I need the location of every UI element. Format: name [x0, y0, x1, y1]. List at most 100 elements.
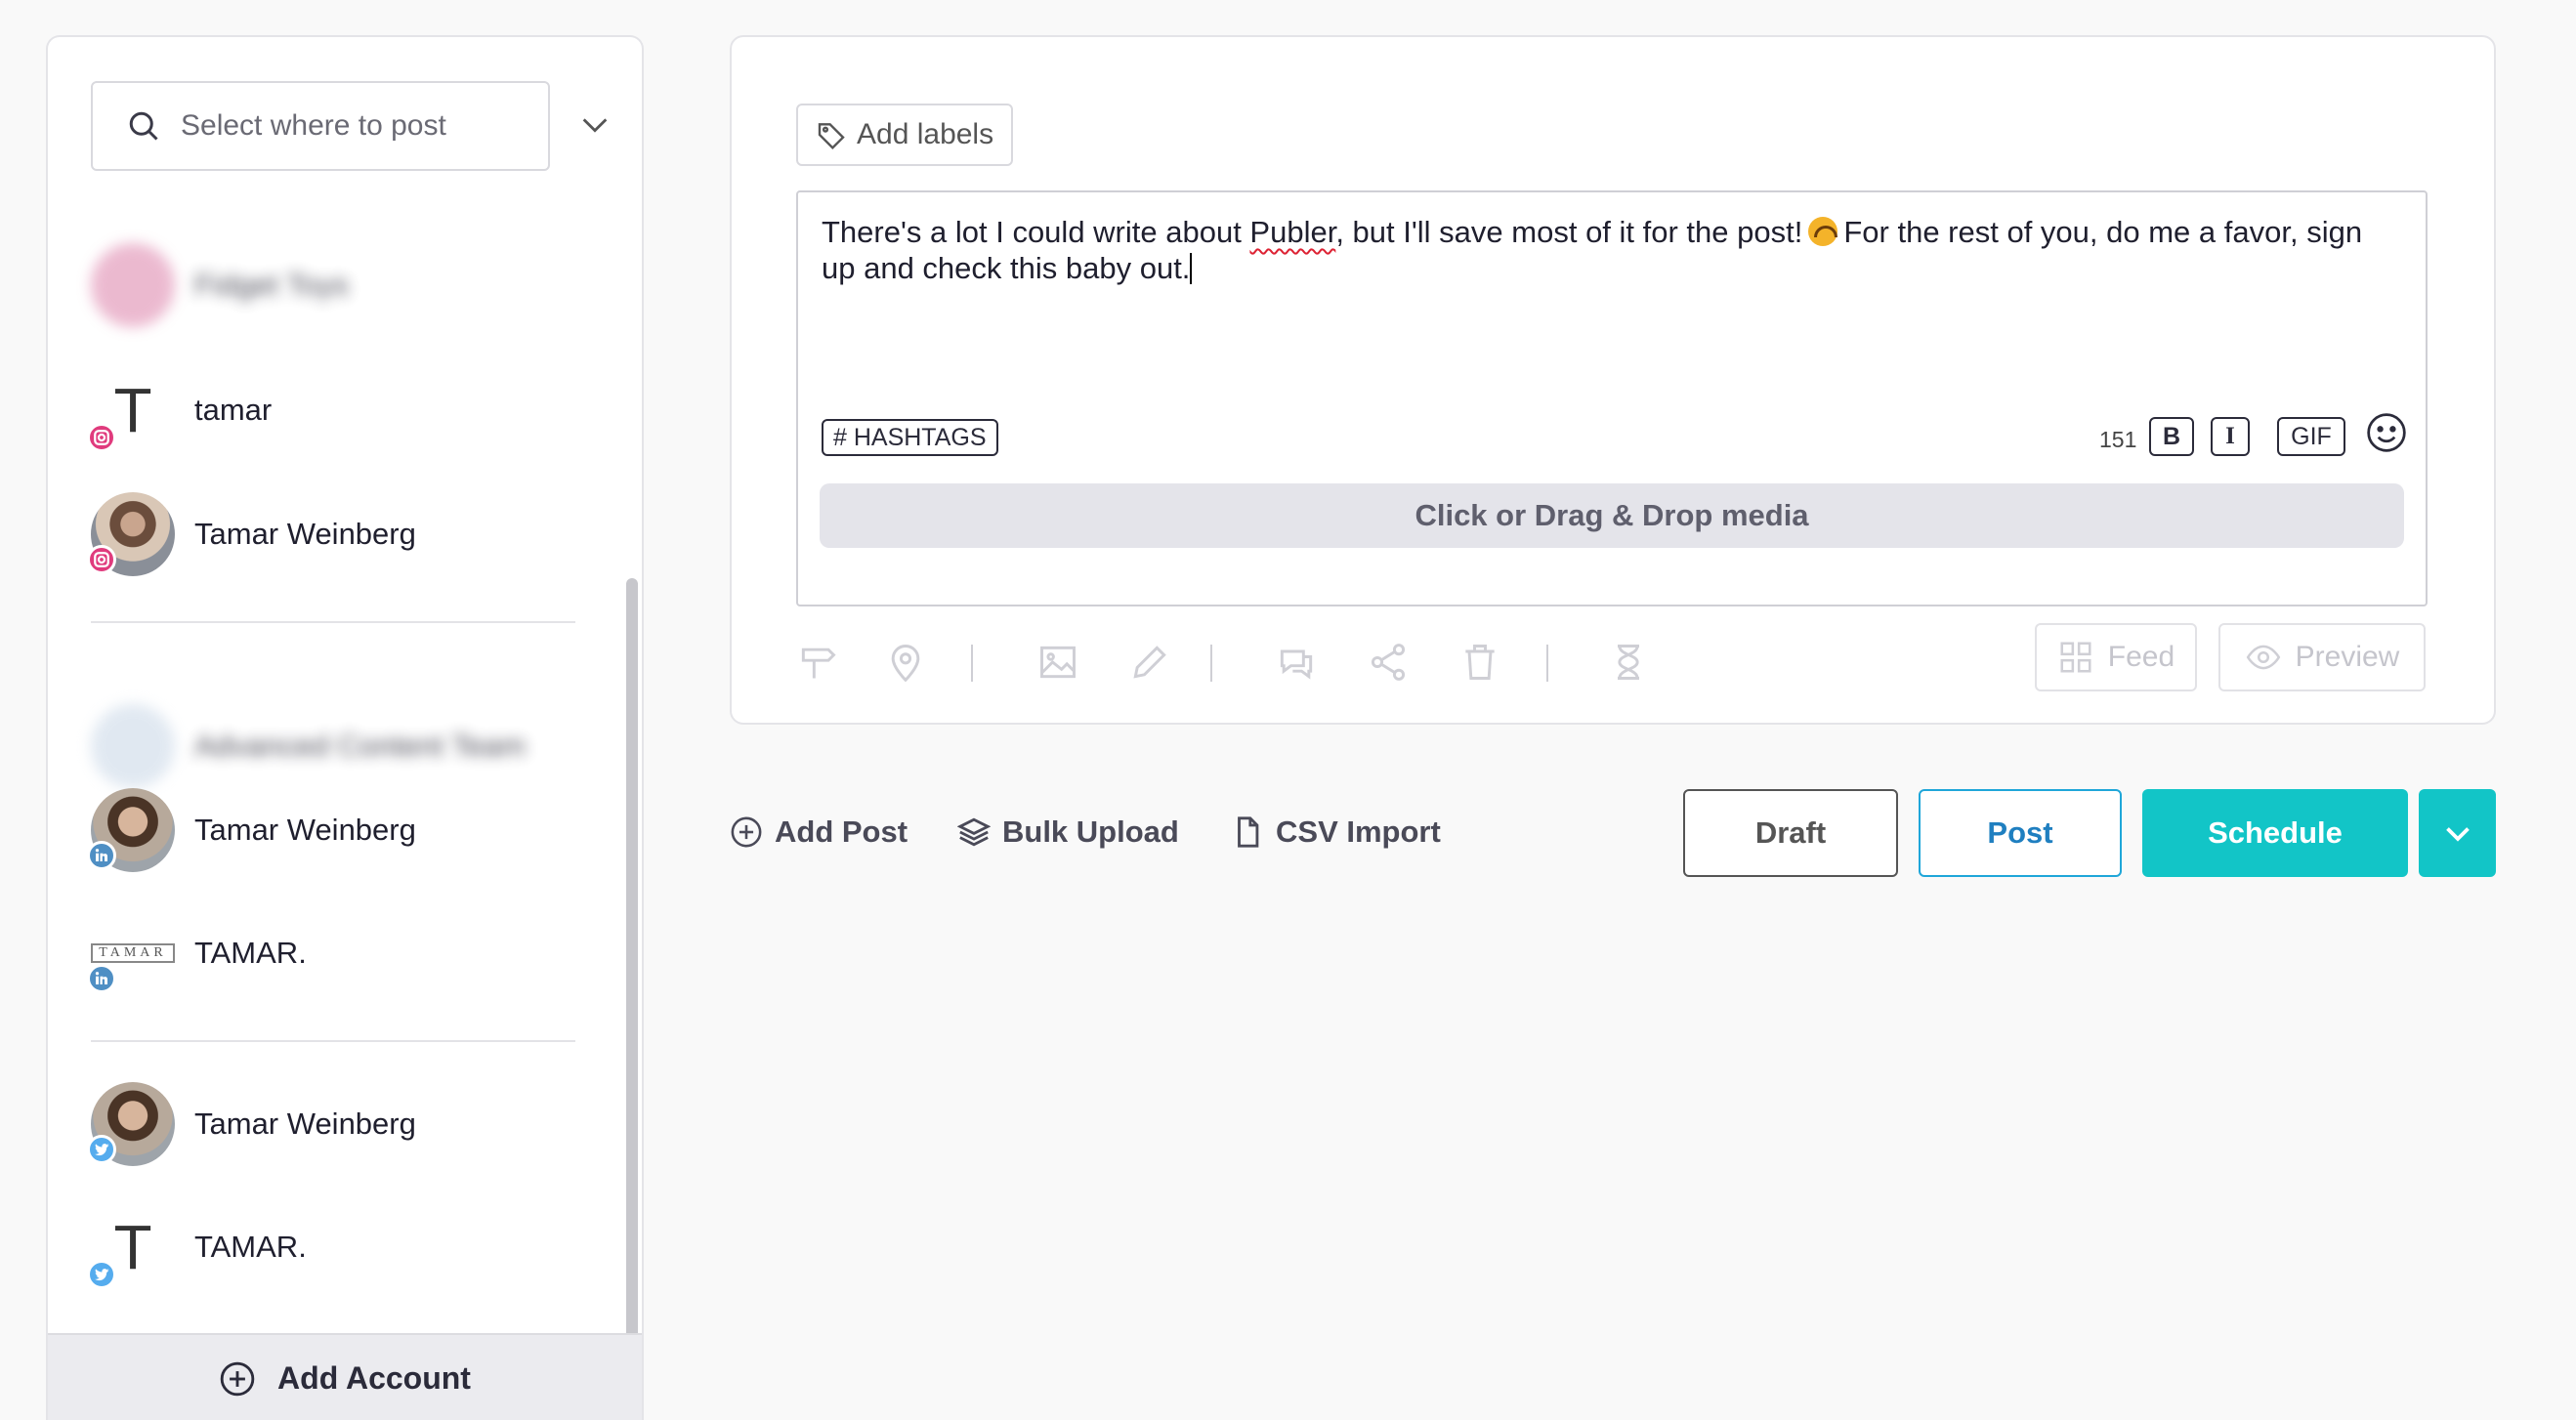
post-button[interactable]: Post: [1919, 789, 2122, 877]
account-name: Fidget Toys: [194, 268, 349, 302]
location-tool[interactable]: [884, 641, 927, 684]
gif-button[interactable]: GIF: [2277, 417, 2345, 456]
tag-icon: [818, 123, 845, 150]
toolbar-separator: [1546, 645, 1548, 682]
avatar: [91, 704, 175, 788]
linkedin-icon: [87, 964, 116, 993]
account-name: Advanced Content Team: [194, 729, 526, 763]
share-icon: [1371, 644, 1406, 681]
location-pin-icon: [891, 645, 920, 683]
add-account-button[interactable]: Add Account: [48, 1333, 642, 1420]
bold-button[interactable]: B: [2149, 417, 2194, 456]
avatar: [87, 1082, 175, 1166]
hourglass-icon: [1618, 645, 1639, 680]
hashtags-button[interactable]: # HASHTAGS: [822, 419, 998, 456]
preview-button[interactable]: Preview: [2218, 623, 2426, 691]
twitter-icon: [87, 1135, 116, 1164]
account-search-box[interactable]: [91, 81, 550, 171]
toolbar-separator: [971, 645, 973, 682]
account-item[interactable]: T tamar: [87, 366, 599, 454]
emoji-picker-icon[interactable]: [2365, 411, 2408, 454]
image-tool[interactable]: [1036, 641, 1079, 684]
delete-tool[interactable]: [1458, 641, 1501, 684]
pencil-icon: [1133, 646, 1166, 679]
file-icon: [1238, 816, 1259, 848]
bulk-upload-label: Bulk Upload: [1002, 814, 1179, 849]
misspelled-word: Publer: [1249, 215, 1336, 249]
feed-label: Feed: [2107, 641, 2175, 673]
schedule-options-button[interactable]: [2419, 789, 2496, 877]
account-name: Tamar Weinberg: [194, 1107, 416, 1141]
account-name: Tamar Weinberg: [194, 813, 416, 847]
comment-tool[interactable]: [1275, 641, 1318, 684]
post-text-part2: , but I'll save most of it for the post!: [1335, 215, 1803, 249]
account-search-input[interactable]: [181, 109, 532, 143]
search-icon: [129, 111, 158, 141]
account-item[interactable]: Fidget Toys: [91, 241, 599, 329]
avatar-letter: T: [113, 375, 152, 445]
avatar: [87, 788, 175, 872]
image-icon: [1040, 646, 1076, 679]
account-item[interactable]: Tamar Weinberg: [87, 490, 599, 578]
account-item[interactable]: Tamar Weinberg: [87, 786, 599, 874]
signpost-tool[interactable]: [796, 641, 839, 684]
account-name: TAMAR.: [194, 936, 307, 970]
divider: [91, 621, 575, 623]
account-name: TAMAR.: [194, 1230, 307, 1264]
avatar-letter: T: [113, 1212, 152, 1282]
post-editor[interactable]: There's a lot I could write about Publer…: [796, 190, 2428, 606]
text-cursor: [1190, 253, 1193, 284]
csv-import-label: CSV Import: [1276, 814, 1441, 849]
account-item[interactable]: T TAMAR.: [87, 1203, 599, 1291]
account-item[interactable]: Tamar Weinberg: [87, 1080, 599, 1168]
post-composer: Add labels There's a lot I could write a…: [730, 35, 2496, 725]
account-item[interactable]: TAMAR TAMAR.: [87, 909, 599, 997]
chevron-down-icon: [2445, 827, 2470, 842]
timer-tool[interactable]: [1607, 641, 1650, 684]
layers-icon: [957, 817, 991, 847]
plus-circle-icon: [220, 1361, 255, 1396]
sidebar-scrollbar[interactable]: [626, 578, 638, 1364]
account-name: Tamar Weinberg: [194, 517, 416, 551]
bulk-upload-link[interactable]: Bulk Upload: [957, 811, 1179, 854]
brand-logo: TAMAR: [91, 943, 175, 963]
character-count: 151: [2099, 427, 2137, 452]
signpost-icon: [801, 647, 836, 679]
twitter-icon: [87, 1260, 116, 1289]
avatar: [87, 492, 175, 576]
comment-icon: [1280, 649, 1313, 680]
media-dropzone[interactable]: Click or Drag & Drop media: [820, 483, 2404, 548]
schedule-button[interactable]: Schedule: [2142, 789, 2408, 877]
composer-toolbar: Feed Preview: [796, 623, 2428, 701]
csv-import-link[interactable]: CSV Import: [1231, 811, 1441, 854]
avatar: T: [87, 1205, 175, 1289]
linkedin-icon: [87, 841, 116, 870]
divider: [91, 1040, 575, 1042]
trash-icon: [1465, 645, 1495, 680]
instagram-icon: [87, 423, 116, 452]
account-name: tamar: [194, 393, 273, 427]
avatar: TAMAR: [87, 911, 175, 995]
upside-down-face-emoji-icon: [1808, 217, 1838, 246]
account-dropdown-toggle[interactable]: [566, 96, 624, 154]
add-account-label: Add Account: [277, 1360, 471, 1396]
post-text-part1: There's a lot I could write about: [822, 215, 1250, 249]
italic-button[interactable]: I: [2211, 417, 2250, 456]
eye-icon: [2246, 645, 2280, 670]
add-labels-label: Add labels: [857, 118, 994, 150]
edit-tool[interactable]: [1128, 641, 1171, 684]
post-text[interactable]: There's a lot I could write about Publer…: [822, 214, 2404, 286]
account-sidebar: Fidget Toys T tamar Tamar Weinberg Advan…: [46, 35, 644, 1420]
share-tool[interactable]: [1367, 641, 1410, 684]
feed-button[interactable]: Feed: [2035, 623, 2197, 691]
add-labels-button[interactable]: Add labels: [796, 104, 1013, 166]
avatar: [91, 243, 175, 327]
add-post-link[interactable]: Add Post: [730, 811, 908, 854]
add-post-label: Add Post: [775, 814, 908, 849]
chevron-down-icon: [582, 118, 608, 133]
toolbar-separator: [1210, 645, 1212, 682]
preview-label: Preview: [2295, 641, 2400, 673]
draft-button[interactable]: Draft: [1683, 789, 1898, 877]
plus-circle-icon: [731, 816, 762, 848]
account-item[interactable]: Advanced Content Team: [91, 702, 599, 790]
